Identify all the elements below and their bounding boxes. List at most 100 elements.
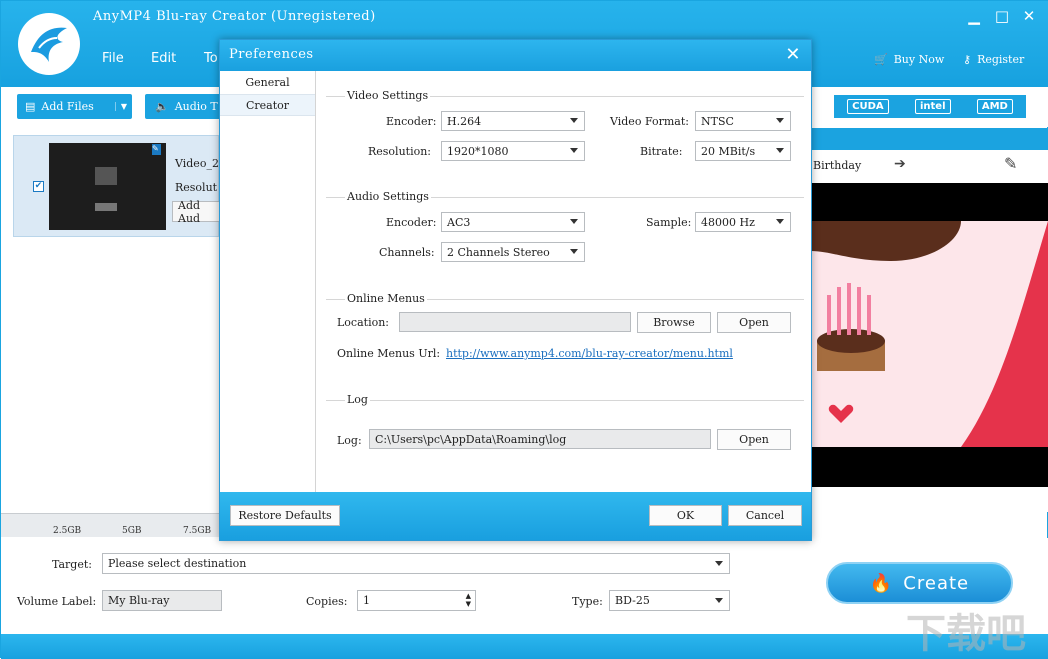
online-menus-heading: Online Menus (345, 292, 427, 305)
ruler-tick-label: 7.5GB (183, 526, 211, 536)
video-format-select[interactable]: NTSC (695, 111, 791, 131)
online-url-link[interactable]: http://www.anymp4.com/blu-ray-creator/me… (446, 347, 733, 360)
chevron-down-icon[interactable]: ▼ (115, 102, 132, 111)
video-settings-heading: Video Settings (345, 89, 430, 102)
window-title: AnyMP4 Blu-ray Creator (Unregistered) (93, 9, 376, 24)
chevron-down-icon (776, 219, 784, 224)
arrow-right-icon[interactable]: ➔ (894, 156, 906, 172)
minimize-icon[interactable]: ▁ (963, 7, 985, 25)
edit-menu-icon[interactable]: ✎ (1004, 154, 1017, 173)
preview-bottom-bar (811, 447, 1048, 487)
resolution-label: Resolution: (368, 145, 431, 158)
menu-template-title: Birthday (813, 159, 861, 172)
sample-select[interactable]: 48000 Hz (695, 212, 791, 232)
ruler-tick-label: 2.5GB (53, 526, 81, 536)
create-button[interactable]: 🔥 Create (826, 562, 1013, 604)
menu-file[interactable]: File (102, 51, 124, 66)
video-encoder-value: H.264 (447, 115, 481, 128)
target-value: Please select destination (108, 557, 246, 570)
audio-track-button[interactable]: 🔈 Audio T (145, 94, 221, 119)
preview-image (811, 221, 1048, 447)
open-log-button[interactable]: Open (717, 429, 791, 450)
resolution-select[interactable]: 1920*1080 (441, 141, 585, 161)
preferences-dialog: Preferences ✕ General Creator Video Sett… (219, 39, 812, 541)
dialog-sidebar: General Creator (220, 71, 316, 492)
audio-encoder-select[interactable]: AC3 (441, 212, 585, 232)
chevron-down-icon (776, 148, 784, 153)
chevron-down-icon (570, 118, 578, 123)
item-filename: Video_2 (175, 157, 219, 170)
copies-value: 1 (363, 594, 370, 607)
sample-value: 48000 Hz (701, 216, 755, 229)
dialog-title: Preferences (229, 47, 314, 62)
target-label: Target: (52, 558, 92, 571)
open-location-button[interactable]: Open (717, 312, 791, 333)
copies-label: Copies: (306, 595, 347, 608)
type-value: BD-25 (615, 594, 650, 607)
video-format-value: NTSC (701, 115, 734, 128)
chevron-down-icon (570, 249, 578, 254)
add-files-label: Add Files (41, 100, 93, 113)
video-encoder-select[interactable]: H.264 (441, 111, 585, 131)
preview-top-bar (811, 183, 1048, 221)
preview-header (811, 128, 1048, 150)
bitrate-select[interactable]: 20 MBit/s (695, 141, 791, 161)
channels-value: 2 Channels Stereo (447, 246, 550, 259)
dialog-title-bar: Preferences ✕ (220, 40, 811, 71)
buy-now-label: Buy Now (894, 53, 945, 66)
resolution-value: 1920*1080 (447, 145, 509, 158)
location-input[interactable] (399, 312, 631, 332)
add-files-button[interactable]: ▤ Add Files ▼ (17, 94, 132, 119)
buy-now-button[interactable]: 🛒Buy Now (874, 53, 944, 66)
video-thumbnail (49, 143, 166, 230)
video-format-label: Video Format: (610, 115, 689, 128)
target-select[interactable]: Please select destination (102, 553, 730, 574)
app-window: AnyMP4 Blu-ray Creator (Unregistered) ▁ … (0, 0, 1048, 658)
ok-button[interactable]: OK (649, 505, 722, 526)
channels-select[interactable]: 2 Channels Stereo (441, 242, 585, 262)
cuda-badge: CUDA (847, 99, 889, 114)
item-checkbox[interactable]: ✔ (33, 181, 44, 192)
add-audio-select[interactable]: Add Aud (172, 201, 220, 222)
browse-button[interactable]: Browse (637, 312, 711, 333)
chevron-down-icon (570, 219, 578, 224)
log-label: Log: (337, 434, 362, 447)
menu-tools[interactable]: To (204, 51, 218, 66)
add-file-icon: ▤ (25, 100, 35, 113)
amd-badge: AMD (977, 99, 1013, 114)
tab-creator[interactable]: Creator (220, 94, 315, 116)
thumb-button (95, 203, 117, 211)
intel-badge: intel (915, 99, 951, 114)
bitrate-value: 20 MBit/s (701, 145, 755, 158)
volume-label-input[interactable]: My Blu-ray (102, 590, 222, 611)
close-icon[interactable]: ✕ (785, 44, 801, 65)
tab-general[interactable]: General (220, 71, 315, 93)
edit-icon[interactable]: ✎ (152, 144, 161, 155)
maximize-icon[interactable]: □ (991, 7, 1013, 25)
app-logo (18, 13, 80, 75)
restore-defaults-button[interactable]: Restore Defaults (230, 505, 340, 526)
type-select[interactable]: BD-25 (609, 590, 730, 611)
cancel-button[interactable]: Cancel (728, 505, 802, 526)
audio-track-label: Audio T (175, 100, 218, 113)
ruler-tick-label: 5GB (122, 526, 142, 536)
watermark: 下载吧 (906, 601, 1026, 659)
register-button[interactable]: ⚷Register (963, 53, 1024, 66)
speaker-icon: 🔈 (155, 100, 169, 113)
flame-icon: 🔥 (870, 573, 893, 594)
menu-edit[interactable]: Edit (151, 51, 176, 66)
chevron-down-icon (570, 148, 578, 153)
online-url-label: Online Menus Url: (337, 347, 440, 360)
log-path-input[interactable]: C:\Users\pc\AppData\Roaming\log (369, 429, 711, 449)
stepper-arrows-icon[interactable]: ▲▼ (466, 592, 471, 608)
dialog-footer: Restore Defaults OK Cancel (220, 492, 811, 540)
audio-settings-heading: Audio Settings (345, 190, 431, 203)
bitrate-label: Bitrate: (640, 145, 682, 158)
close-icon[interactable]: ✕ (1018, 7, 1040, 25)
create-label: Create (903, 573, 969, 594)
register-label: Register (977, 53, 1024, 66)
chevron-down-icon (776, 118, 784, 123)
copies-stepper[interactable]: 1 ▲▼ (357, 590, 476, 611)
item-resolution: Resolut (175, 181, 217, 194)
type-label: Type: (572, 595, 603, 608)
